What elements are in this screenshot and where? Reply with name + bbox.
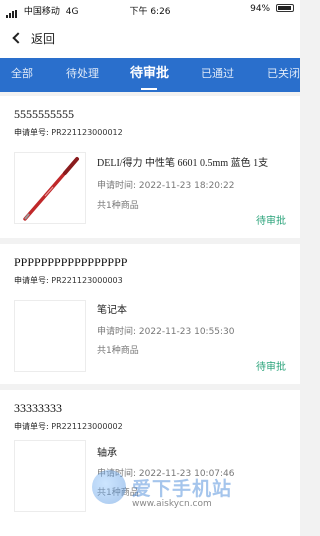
order-title: 33333333 [14, 401, 62, 415]
product-image[interactable] [14, 440, 86, 512]
battery-percent: 94% [250, 4, 271, 14]
product-image[interactable] [14, 300, 86, 372]
order-number-label: 申请单号: [14, 128, 49, 137]
status-badge: 待审批 [256, 362, 286, 373]
order-card[interactable]: 5555555555 申请单号: PR221123000012 DELI/得力 … [0, 96, 300, 238]
tab-closed[interactable]: 已关闭 [267, 58, 300, 92]
item-count: 共1种商品 [97, 201, 139, 211]
apply-time-label: 申请时间: [97, 327, 137, 337]
apply-time: 2022-11-23 10:07:46 [138, 469, 235, 479]
back-button[interactable]: 返回 [10, 28, 55, 48]
chevron-left-icon [12, 32, 24, 44]
order-title: PPPPPPPPPPPPPPPPP [14, 255, 128, 269]
back-label: 返回 [31, 31, 56, 46]
order-number: PR221123000003 [51, 276, 123, 285]
item-count: 共1种商品 [97, 346, 139, 356]
status-badge: 待审批 [256, 216, 286, 227]
apply-time: 2022-11-23 10:55:30 [138, 327, 235, 337]
nav-bar: 返回 [0, 18, 300, 58]
apply-time: 2022-11-23 18:20:22 [138, 181, 235, 191]
item-name: 轴承 [97, 448, 117, 459]
tab-pending[interactable]: 待处理 [66, 58, 99, 92]
order-card[interactable]: 33333333 申请单号: PR221123000002 轴承 申请时间: 2… [0, 390, 300, 536]
order-number: PR221123000012 [51, 128, 123, 137]
apply-time-label: 申请时间: [97, 181, 137, 191]
order-card[interactable]: PPPPPPPPPPPPPPPPP 申请单号: PR221123000003 笔… [0, 244, 300, 384]
status-tabs: 全部 待处理 待审批 已通过 已关闭 [0, 58, 300, 92]
tab-all[interactable]: 全部 [11, 58, 33, 92]
order-number: PR221123000002 [51, 422, 123, 431]
order-number-label: 申请单号: [14, 422, 49, 431]
status-bar: 中国移动 4G 下午 6:26 94% [0, 0, 300, 18]
order-number-label: 申请单号: [14, 276, 49, 285]
item-name: 笔记本 [97, 305, 127, 316]
order-title: 5555555555 [14, 107, 74, 121]
item-name: DELI/得力 中性笔 6601 0.5mm 蓝色 1支 [97, 158, 269, 169]
product-image-pen[interactable] [14, 152, 86, 224]
tab-approved[interactable]: 已通过 [201, 58, 234, 92]
tab-awaiting-approval[interactable]: 待审批 [130, 58, 169, 92]
apply-time-label: 申请时间: [97, 469, 137, 479]
item-count: 共1种商品 [97, 488, 139, 498]
pen-icon [23, 157, 79, 221]
active-tab-indicator [141, 88, 157, 90]
battery-icon [276, 4, 294, 12]
